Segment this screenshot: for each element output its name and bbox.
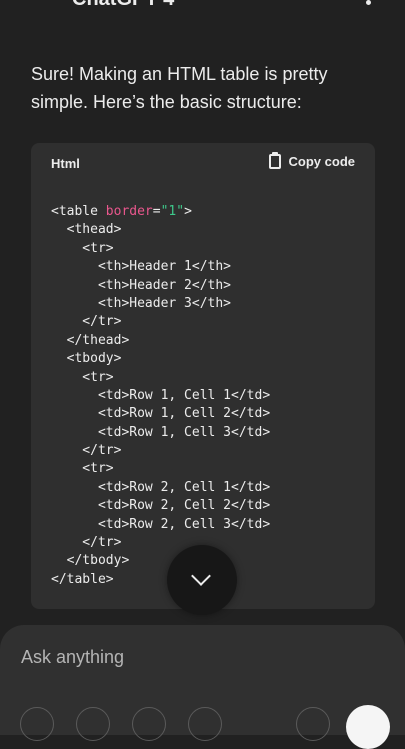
- code-token: <th>Header 3</th>: [51, 295, 232, 311]
- code-line: </table>: [51, 571, 270, 589]
- code-token: <td>Row 2, Cell 2</td>: [51, 498, 271, 514]
- code-line: <td>Row 2, Cell 1</td>: [51, 479, 270, 497]
- code-token: =: [152, 204, 161, 219]
- copy-code-label: Copy code: [288, 154, 355, 169]
- scroll-to-bottom-button[interactable]: [167, 545, 237, 615]
- code-line: <tbody>: [51, 350, 270, 368]
- app-title[interactable]: ChatGPT 4: [72, 0, 174, 11]
- composer: [0, 625, 405, 741]
- code-token: </tr>: [51, 314, 122, 330]
- code-line: <td>Row 2, Cell 3</td>: [51, 516, 270, 534]
- more-options-icon[interactable]: [366, 0, 371, 5]
- code-token: <th>Header 2</th>: [51, 277, 232, 293]
- code-token: <table: [51, 204, 106, 219]
- code-token: <td>Row 1, Cell 1</td>: [51, 387, 271, 403]
- assistant-message: Sure! Making an HTML table is pretty sim…: [31, 64, 328, 112]
- code-token: "1": [160, 204, 185, 219]
- code-line: <td>Row 1, Cell 2</td>: [51, 405, 270, 423]
- code-line: <td>Row 2, Cell 2</td>: [51, 497, 270, 515]
- code-line: <table border="1">: [51, 203, 270, 221]
- code-line: <thead>: [51, 221, 270, 239]
- code-token: <th>Header 1</th>: [51, 259, 232, 275]
- code-token: <td>Row 2, Cell 3</td>: [51, 516, 271, 532]
- code-token: <thead>: [51, 222, 122, 238]
- code-line: </thead>: [51, 332, 270, 350]
- photo-icon[interactable]: [132, 707, 166, 741]
- code-line: <th>Header 2</th>: [51, 277, 270, 295]
- code-token: <tr>: [51, 461, 114, 477]
- code-token: </tr>: [51, 535, 122, 551]
- microphone-icon[interactable]: [296, 707, 330, 741]
- code-line: <th>Header 3</th>: [51, 295, 270, 313]
- code-block: Html Copy code <table border="1"> <thead…: [31, 143, 375, 609]
- code-token: <tr>: [51, 369, 114, 385]
- code-token: <tbody>: [51, 351, 122, 367]
- code-token: <td>Row 2, Cell 1</td>: [51, 479, 271, 495]
- code-token: </thead>: [51, 332, 130, 348]
- code-token: >: [184, 204, 192, 219]
- code-line: </tr>: [51, 313, 270, 331]
- code-token: </table>: [51, 571, 114, 587]
- code-token: </tr>: [51, 443, 122, 459]
- camera-icon[interactable]: [76, 707, 110, 741]
- code-content: <table border="1"> <thead> <tr> <th>Head…: [51, 203, 270, 589]
- code-line: </tbody>: [51, 552, 270, 570]
- code-line: </tr>: [51, 442, 270, 460]
- clipboard-icon: [268, 152, 281, 169]
- code-language-label: Html: [51, 156, 80, 171]
- code-line: <td>Row 1, Cell 3</td>: [51, 424, 270, 442]
- attach-icon[interactable]: [20, 707, 54, 741]
- code-line: <tr>: [51, 240, 270, 258]
- top-bar: ChatGPT 4: [0, 0, 405, 18]
- chevron-down-icon: [191, 566, 211, 586]
- code-token: <td>Row 1, Cell 2</td>: [51, 406, 271, 422]
- code-block-header: Html Copy code: [31, 143, 375, 183]
- code-line: <td>Row 1, Cell 1</td>: [51, 387, 270, 405]
- code-token: <tr>: [51, 240, 114, 256]
- copy-code-button[interactable]: Copy code: [268, 152, 355, 169]
- code-line: </tr>: [51, 534, 270, 552]
- message-input[interactable]: [21, 647, 381, 668]
- code-line: <th>Header 1</th>: [51, 258, 270, 276]
- code-line: <tr>: [51, 460, 270, 478]
- code-token: </tbody>: [51, 553, 130, 569]
- code-line: <tr>: [51, 369, 270, 387]
- globe-icon[interactable]: [188, 707, 222, 741]
- code-token: border: [105, 204, 153, 219]
- voice-mode-button[interactable]: [346, 705, 390, 749]
- code-token: <td>Row 1, Cell 3</td>: [51, 424, 271, 440]
